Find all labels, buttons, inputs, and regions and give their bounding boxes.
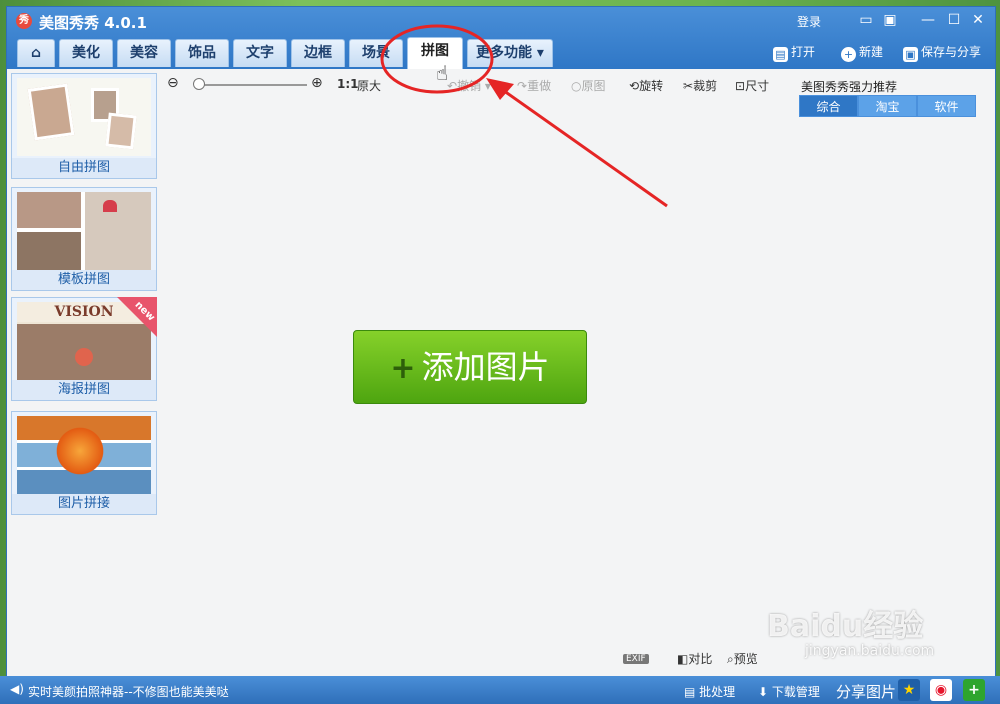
sidebar-item-free-collage[interactable]: 自由拼图 [11, 73, 157, 179]
edit-toolbar: ⊖ ⊕ 1:1 原大 ↶撤销 ▾ ↷重做 ○原图 ⟲旋转 ✂裁剪 ⊡尺寸 [167, 75, 787, 95]
status-promo-link[interactable]: 实时美颜拍照神器--不修图也能美美哒 [28, 683, 229, 700]
download-icon: ⬇ [758, 685, 769, 699]
login-link[interactable]: 登录 [797, 13, 821, 30]
open-button[interactable]: ▤ 打开 [773, 43, 815, 62]
exif-button[interactable]: EXIF [623, 650, 649, 664]
titlebar: 秀 美图秀秀 4.0.1 登录 ▭ ▣ — ☐ ✕ ⌂ 美化 美容 饰品 文字 … [7, 7, 995, 69]
zoom-out-icon[interactable]: ⊖ [167, 75, 179, 91]
feedback-icon[interactable]: ▭ [857, 11, 875, 29]
download-manager-button[interactable]: ⬇ 下载管理 [758, 683, 820, 700]
app-window: 秀 美图秀秀 4.0.1 登录 ▭ ▣ — ☐ ✕ ⌂ 美化 美容 饰品 文字 … [6, 6, 996, 681]
undo-icon: ↶ [447, 79, 458, 93]
app-logo-icon: 秀 [16, 13, 32, 29]
speaker-icon: ◀) [10, 682, 24, 696]
zoom-ratio: 1:1 [337, 77, 359, 91]
watermark-logo: Baidu经验 [767, 609, 924, 644]
tab-more[interactable]: 更多功能 ▾ [467, 39, 553, 67]
weibo-share-icon[interactable]: ◉ [930, 679, 952, 701]
save-share-button[interactable]: ▣ 保存与分享 [903, 43, 981, 62]
undo-button[interactable]: ↶撤销 ▾ [447, 77, 491, 94]
maximize-icon[interactable]: ☐ [945, 11, 963, 29]
qzone-share-icon[interactable]: ★ [898, 679, 920, 701]
recommend-tab-software[interactable]: 软件 [917, 95, 976, 117]
recommend-title: 美图秀秀强力推荐 [801, 80, 898, 94]
status-bar: ◀) 实时美颜拍照神器--不修图也能美美哒 ▤ 批处理 ⬇ 下载管理 分享图片 … [0, 676, 1000, 704]
rotate-icon: ⟲ [629, 79, 640, 93]
batch-button[interactable]: ▤ 批处理 [684, 683, 735, 700]
rotate-button[interactable]: ⟲旋转 [629, 77, 663, 94]
skin-icon[interactable]: ▣ [881, 11, 899, 29]
compare-icon: ◧ [677, 652, 689, 666]
plus-icon: + [841, 47, 856, 62]
zoom-slider-handle[interactable] [193, 78, 205, 90]
plus-icon: + [390, 351, 416, 386]
crop-button[interactable]: ✂裁剪 [683, 77, 717, 94]
zoom-in-icon[interactable]: ⊕ [311, 75, 323, 91]
sidebar-item-label: 图片拼接 [12, 494, 156, 514]
recommend-tab-all[interactable]: 综合 [799, 95, 858, 117]
tab-accessories[interactable]: 饰品 [175, 39, 229, 67]
home-icon: ⌂ [30, 45, 42, 61]
original-image-button[interactable]: ○原图 [571, 77, 606, 94]
tab-collage[interactable]: 拼图 [407, 37, 463, 69]
zoom-slider[interactable] [195, 84, 307, 86]
share-image-label: 分享图片 [836, 683, 897, 701]
sidebar-item-image-stitch[interactable]: 图片拼接 [11, 411, 157, 515]
tab-beautify[interactable]: 美化 [59, 39, 113, 67]
watermark-url: jingyan.baidu.com [805, 643, 935, 659]
resize-button[interactable]: ⊡尺寸 [735, 77, 769, 94]
preview-icon: ⌕ [727, 652, 734, 666]
minimize-icon[interactable]: — [919, 11, 937, 29]
redo-icon: ↷ [517, 79, 528, 93]
sidebar-item-poster-collage[interactable]: VISION new 海报拼图 [11, 297, 157, 401]
sidebar-item-label: 自由拼图 [12, 158, 156, 178]
template-collage-thumbnail [17, 192, 151, 270]
redo-button[interactable]: ↷重做 [517, 77, 551, 94]
more-share-icon[interactable]: + [963, 679, 985, 701]
new-button[interactable]: + 新建 [841, 43, 883, 62]
folder-icon: ▤ [773, 47, 788, 62]
save-icon: ▣ [903, 47, 918, 62]
circle-icon: ○ [571, 79, 582, 93]
compare-button[interactable]: ◧对比 [677, 650, 712, 667]
sidebar-item-label: 模板拼图 [12, 270, 156, 290]
recommend-tabs: 综合 淘宝 软件 [799, 95, 977, 117]
tab-frame[interactable]: 边框 [291, 39, 345, 67]
original-size-button[interactable]: 原大 [357, 77, 381, 94]
sidebar-item-label: 海报拼图 [12, 380, 156, 400]
tab-text[interactable]: 文字 [233, 39, 287, 67]
free-collage-thumbnail [17, 78, 151, 156]
batch-icon: ▤ [684, 685, 696, 699]
recommend-tab-taobao[interactable]: 淘宝 [858, 95, 917, 117]
app-title: 美图秀秀 4.0.1 [39, 14, 147, 32]
sidebar-item-template-collage[interactable]: 模板拼图 [11, 187, 157, 291]
tab-scene[interactable]: 场景 [349, 39, 403, 67]
close-icon[interactable]: ✕ [969, 11, 987, 29]
tab-makeup[interactable]: 美容 [117, 39, 171, 67]
add-image-button[interactable]: + 添加图片 [353, 330, 587, 404]
resize-icon: ⊡ [735, 79, 746, 93]
image-stitch-thumbnail [17, 416, 151, 494]
preview-button[interactable]: ⌕预览 [727, 650, 758, 667]
tab-home[interactable]: ⌂ [17, 39, 55, 67]
scissors-icon: ✂ [683, 79, 694, 93]
